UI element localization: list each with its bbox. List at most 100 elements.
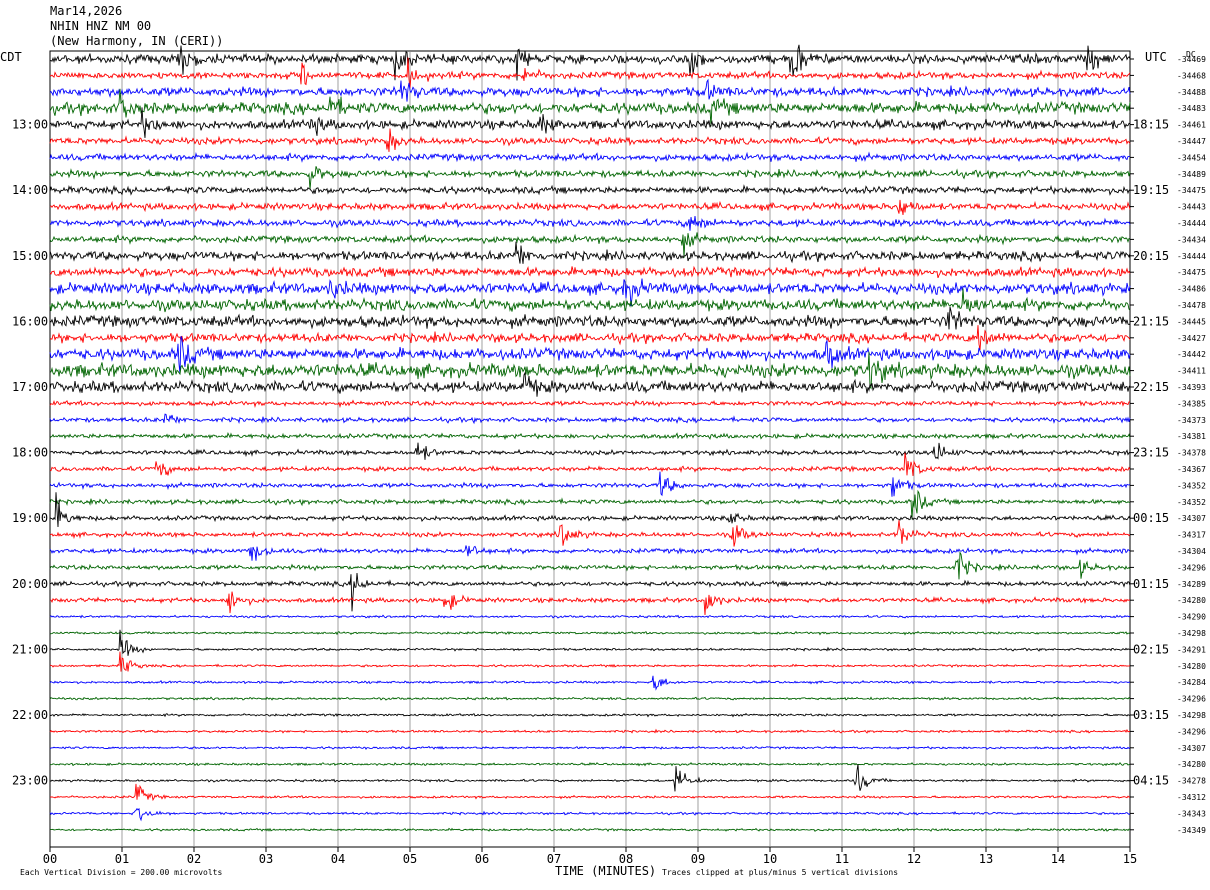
right-hour-label: 00:15 xyxy=(1133,511,1169,525)
dc-offset-label: -34444 xyxy=(1177,252,1206,261)
seismic-trace xyxy=(49,761,1131,767)
seismic-trace xyxy=(49,265,1131,279)
dc-offset-label: -34284 xyxy=(1177,678,1206,687)
seismic-trace xyxy=(49,712,1131,718)
left-hour-label: 21:00 xyxy=(12,642,48,656)
seismic-trace xyxy=(49,696,1131,701)
seismic-trace xyxy=(49,728,1131,734)
seismic-trace xyxy=(49,545,1131,561)
dc-offset-label: -34280 xyxy=(1177,760,1206,769)
dc-offset-label: -34373 xyxy=(1177,416,1206,425)
seismic-trace xyxy=(49,651,1131,672)
dc-offset-label: -34385 xyxy=(1177,399,1206,408)
left-hour-label: 23:00 xyxy=(12,774,48,788)
x-tick-label: 09 xyxy=(691,852,705,866)
right-hour-label: 02:15 xyxy=(1133,642,1169,656)
seismic-trace xyxy=(49,399,1131,409)
right-hour-label: 23:15 xyxy=(1133,446,1169,460)
left-hour-label: 22:00 xyxy=(12,708,48,722)
dc-offset-label: -34298 xyxy=(1177,629,1206,638)
dc-label: DC xyxy=(1186,50,1196,59)
seismic-trace xyxy=(49,371,1131,397)
dc-offset-label: -34454 xyxy=(1177,153,1206,162)
seismic-trace xyxy=(49,489,1130,520)
dc-offset-label: -34393 xyxy=(1177,383,1206,392)
seismic-trace xyxy=(49,471,1131,497)
left-timezone-label: CDT xyxy=(0,50,22,64)
x-tick-label: 11 xyxy=(835,852,849,866)
dc-offset-label: -34475 xyxy=(1177,186,1206,195)
seismic-trace xyxy=(49,44,1131,81)
right-timezone-label: UTC xyxy=(1145,50,1167,64)
right-hour-label: 22:15 xyxy=(1133,380,1169,394)
dc-offset-label: -34349 xyxy=(1177,826,1206,835)
dc-offset-label: -34411 xyxy=(1177,367,1206,376)
seismic-trace xyxy=(49,413,1131,425)
seismic-trace xyxy=(49,151,1131,163)
seismic-trace xyxy=(49,107,1131,138)
right-hour-label: 19:15 xyxy=(1133,183,1169,197)
dc-offset-label: -34296 xyxy=(1177,695,1206,704)
dc-offset-label: -34445 xyxy=(1177,317,1206,326)
dc-offset-label: -34378 xyxy=(1177,449,1206,458)
right-hour-label: 20:15 xyxy=(1133,249,1169,263)
seismic-trace xyxy=(49,520,1131,547)
seismic-trace xyxy=(49,614,1131,619)
dc-offset-label: -34280 xyxy=(1177,596,1206,605)
seismic-trace xyxy=(49,783,1131,802)
dc-offset-label: -34352 xyxy=(1177,481,1206,490)
seismic-trace xyxy=(49,764,1131,792)
seismic-trace xyxy=(49,325,1131,351)
seismic-trace xyxy=(49,184,1131,196)
x-tick-label: 04 xyxy=(331,852,345,866)
dc-offset-label: -34367 xyxy=(1177,465,1206,474)
x-axis-label: TIME (MINUTES) xyxy=(555,864,657,878)
seismic-trace xyxy=(49,807,1131,822)
x-tick-label: 06 xyxy=(475,852,489,866)
dc-offset-label: -34289 xyxy=(1177,580,1206,589)
x-tick-label: 03 xyxy=(259,852,273,866)
seismic-trace xyxy=(49,351,1131,390)
x-tick-label: 12 xyxy=(907,852,921,866)
dc-offset-label: -34442 xyxy=(1177,350,1206,359)
seismic-trace xyxy=(49,630,1131,636)
dc-offset-label: -34483 xyxy=(1177,104,1206,113)
seismic-trace xyxy=(49,572,1131,612)
seismic-trace xyxy=(49,452,1131,476)
dc-offset-label: -34307 xyxy=(1177,514,1206,523)
x-tick-label: 01 xyxy=(115,852,129,866)
dc-offset-label: -34290 xyxy=(1177,613,1206,622)
dc-offset-label: -34489 xyxy=(1177,170,1206,179)
left-hour-label: 20:00 xyxy=(12,577,48,591)
seismic-trace xyxy=(49,745,1131,750)
dc-offset-label: -34304 xyxy=(1177,547,1206,556)
x-tick-label: 15 xyxy=(1123,852,1137,866)
seismic-trace xyxy=(49,432,1131,441)
seismic-trace xyxy=(49,675,1131,691)
plot-frame xyxy=(49,50,1131,848)
right-hour-label: 18:15 xyxy=(1133,118,1169,132)
seismic-trace xyxy=(49,591,1130,616)
scale-note: Each Vertical Division = 200.00 microvol… xyxy=(20,868,223,877)
left-hour-label: 15:00 xyxy=(12,249,48,263)
left-hour-label: 14:00 xyxy=(12,183,48,197)
right-hour-label: 03:15 xyxy=(1133,708,1169,722)
dc-offset-label: -34343 xyxy=(1177,809,1206,818)
x-tick-label: 14 xyxy=(1051,852,1065,866)
seismic-trace xyxy=(49,442,1131,460)
x-tick-label: 10 xyxy=(763,852,777,866)
right-hour-label: 04:15 xyxy=(1133,774,1169,788)
left-hour-label: 17:00 xyxy=(12,380,48,394)
dc-offset-label: -34443 xyxy=(1177,203,1206,212)
dc-offset-label: -34312 xyxy=(1177,793,1206,802)
dc-offset-label: -34478 xyxy=(1177,301,1206,310)
left-hour-label: 16:00 xyxy=(12,314,48,328)
dc-offset-label: -34488 xyxy=(1177,88,1206,97)
seismic-trace xyxy=(49,306,1131,330)
seismic-trace xyxy=(49,492,1131,528)
seismic-trace xyxy=(49,241,1131,264)
dc-offset-label: -34352 xyxy=(1177,498,1206,507)
dc-offset-label: -34434 xyxy=(1177,235,1206,244)
dc-offset-label: -34447 xyxy=(1177,137,1206,146)
clip-note: Traces clipped at plus/minus 5 vertical … xyxy=(662,868,899,877)
